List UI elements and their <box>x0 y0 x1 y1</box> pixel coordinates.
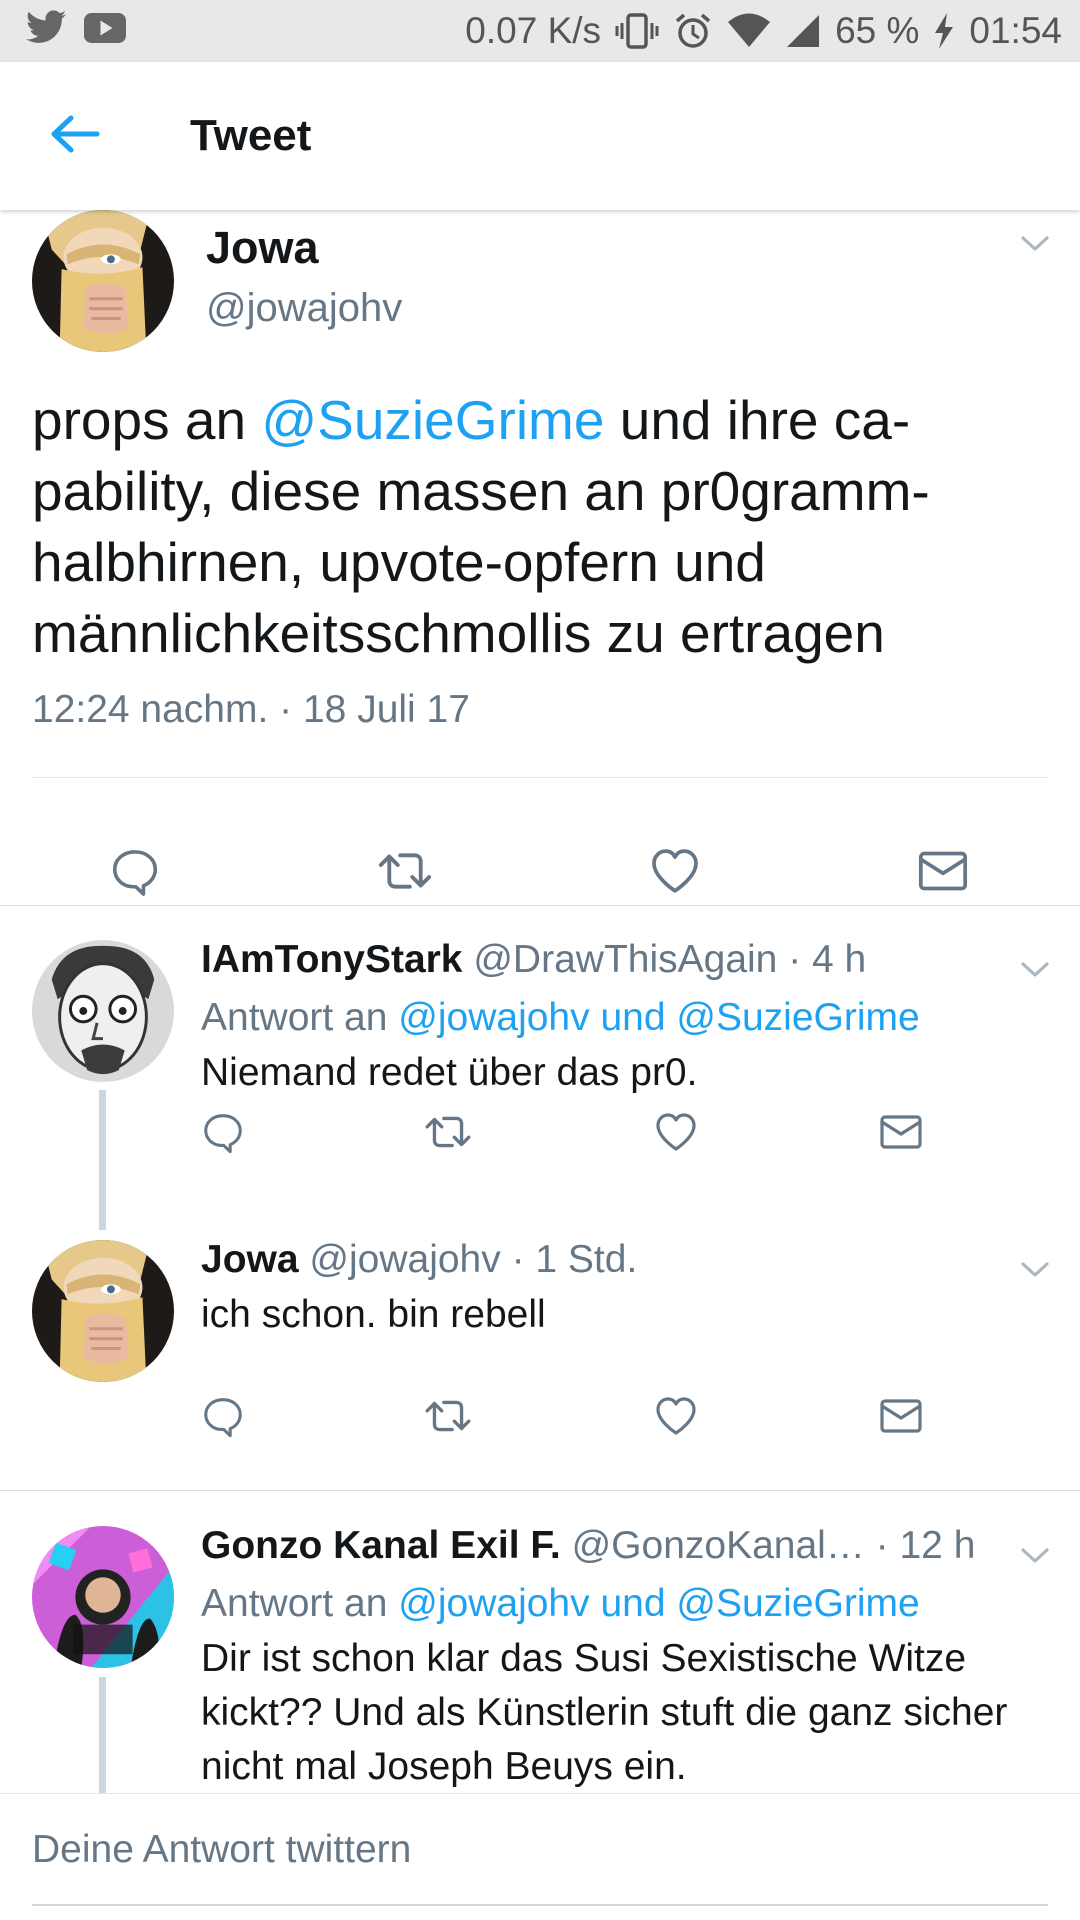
wifi-icon <box>727 13 771 49</box>
retweet-button[interactable] <box>422 1108 474 1160</box>
chevron-down-icon[interactable] <box>1015 1536 1055 1576</box>
reply-compose-bar: Deine Antwort twittern <box>0 1793 1080 1920</box>
like-button[interactable] <box>650 1108 702 1160</box>
author-name[interactable]: Gonzo Kanal Exil F. <box>201 1524 561 1567</box>
like-button[interactable] <box>644 842 706 904</box>
twitter-icon <box>26 9 66 53</box>
reply-header: Jowa @jowajohv · 1 Std. <box>201 1238 637 1282</box>
dm-button[interactable] <box>912 842 974 904</box>
author-name[interactable]: Jowa <box>206 222 319 274</box>
like-icon <box>647 843 703 904</box>
dm-icon <box>877 1108 925 1161</box>
youtube-icon <box>84 10 126 52</box>
handle-time: @DrawThisAgain · 4 h <box>473 938 867 981</box>
reply-prefix: Antwort an <box>201 996 399 1039</box>
divider <box>32 777 1048 778</box>
retweet-icon <box>423 1107 473 1162</box>
network-speed: 0.07 K/s <box>465 10 602 51</box>
reply-to-link[interactable]: @jowajohv und @SuzieGrime <box>398 1582 919 1625</box>
arrow-left-icon <box>49 114 101 159</box>
tweet-text-part: props an <box>32 389 262 451</box>
signal-icon <box>785 13 821 49</box>
tweet-detail[interactable]: Jowa @jowajohv props an @SuzieGrime und … <box>0 210 1080 1800</box>
status-bar: 0.07 K/s 65 % 01:54 <box>0 0 1080 62</box>
like-icon <box>652 1392 700 1445</box>
retweet-icon <box>376 842 434 905</box>
vibrate-icon <box>615 11 659 51</box>
input-underline <box>32 1904 1048 1906</box>
mention-link[interactable]: @SuzieGrime <box>261 389 604 451</box>
app-header: Tweet <box>0 62 1080 210</box>
battery-level: 65 % <box>835 10 920 51</box>
retweet-button[interactable] <box>374 842 436 904</box>
reply-text: Dir ist schon klar das Susi Sexistische … <box>201 1637 1008 1788</box>
avatar[interactable] <box>32 1240 174 1382</box>
reply-icon <box>200 1109 246 1160</box>
avatar[interactable] <box>32 940 174 1082</box>
reply-prefix: Antwort an <box>201 1582 399 1625</box>
handle-time: @jowajohv · 1 Std. <box>309 1238 638 1281</box>
author-name[interactable]: IAmTonyStark <box>201 938 463 981</box>
alarm-icon <box>673 11 713 51</box>
thread-line <box>99 1090 106 1230</box>
reply-button[interactable] <box>104 842 166 904</box>
clock-time: 01:54 <box>969 10 1062 51</box>
thread-line <box>99 1677 106 1800</box>
tweet-text: props an @SuzieGrime und ihre ca-pabilit… <box>32 385 1052 669</box>
divider <box>0 1490 1080 1491</box>
chevron-down-icon[interactable] <box>1015 1250 1055 1290</box>
reply-text: Niemand redet über das pr0. <box>201 1051 698 1094</box>
dm-icon <box>915 843 971 904</box>
divider <box>0 905 1080 906</box>
reply-to-line: Antwort an @jowajohv und @SuzieGrime <box>201 996 920 1040</box>
chevron-down-icon[interactable] <box>1015 224 1055 264</box>
retweet-button[interactable] <box>422 1392 474 1444</box>
reply-text: ich schon. bin rebell <box>201 1293 546 1336</box>
reply-icon <box>200 1393 246 1444</box>
reply-to-line: Antwort an @jowajohv und @SuzieGrime <box>201 1582 920 1626</box>
reply-header: IAmTonyStark @DrawThisAgain · 4 h <box>201 938 866 982</box>
like-button[interactable] <box>650 1392 702 1444</box>
back-button[interactable] <box>0 62 150 210</box>
reply-icon <box>108 844 162 903</box>
handle-time: @GonzoKanal… · 12 h <box>571 1524 976 1567</box>
reply-to-link[interactable]: @jowajohv und @SuzieGrime <box>398 996 919 1039</box>
reply-input[interactable]: Deine Antwort twittern <box>32 1828 411 1872</box>
chevron-down-icon[interactable] <box>1015 950 1055 990</box>
avatar[interactable] <box>32 1526 174 1668</box>
page-title: Tweet <box>190 111 312 160</box>
reply-header: Gonzo Kanal Exil F. @GonzoKanal… · 12 h <box>201 1524 975 1568</box>
dm-button[interactable] <box>875 1392 927 1444</box>
reply-button[interactable] <box>197 1392 249 1444</box>
author-name[interactable]: Jowa <box>201 1238 299 1281</box>
dm-button[interactable] <box>875 1108 927 1160</box>
screen: 0.07 K/s 65 % 01:54 Tweet Jowa @jowajohv… <box>0 0 1080 1920</box>
dm-icon <box>877 1392 925 1445</box>
tweet-actions <box>0 810 1080 934</box>
like-icon <box>652 1108 700 1161</box>
author-handle[interactable]: @jowajohv <box>206 286 402 331</box>
avatar[interactable] <box>32 210 174 352</box>
retweet-icon <box>423 1391 473 1446</box>
reply-button[interactable] <box>197 1108 249 1160</box>
charging-icon <box>933 13 955 49</box>
tweet-timestamp: 12:24 nachm. · 18 Juli 17 <box>32 688 470 731</box>
